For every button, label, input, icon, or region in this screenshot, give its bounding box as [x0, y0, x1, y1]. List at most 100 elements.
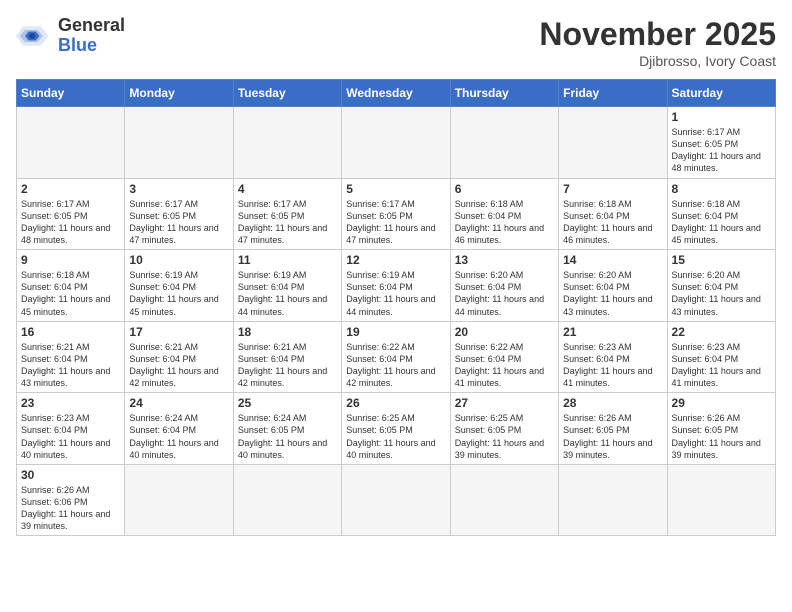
day-number: 13 — [455, 253, 554, 267]
calendar-cell: 6 Sunrise: 6:18 AMSunset: 6:04 PMDaylight… — [450, 178, 558, 250]
logo: General Blue — [16, 16, 125, 56]
day-number: 19 — [346, 325, 445, 339]
day-info: Sunrise: 6:19 AMSunset: 6:04 PMDaylight:… — [129, 269, 228, 318]
calendar-cell — [125, 464, 233, 536]
day-info: Sunrise: 6:19 AMSunset: 6:04 PMDaylight:… — [346, 269, 445, 318]
calendar-header-row: SundayMondayTuesdayWednesdayThursdayFrid… — [17, 80, 776, 107]
calendar-cell — [342, 107, 450, 179]
calendar-cell: 17 Sunrise: 6:21 AMSunset: 6:04 PMDayligh… — [125, 321, 233, 393]
calendar-cell — [233, 107, 341, 179]
calendar-cell: 30 Sunrise: 6:26 AMSunset: 6:06 PMDayligh… — [17, 464, 125, 536]
calendar-cell: 14 Sunrise: 6:20 AMSunset: 6:04 PMDayligh… — [559, 250, 667, 322]
calendar-cell — [559, 464, 667, 536]
day-number: 18 — [238, 325, 337, 339]
calendar-cell — [125, 107, 233, 179]
day-number: 17 — [129, 325, 228, 339]
weekday-header-monday: Monday — [125, 80, 233, 107]
day-number: 9 — [21, 253, 120, 267]
day-info: Sunrise: 6:26 AMSunset: 6:05 PMDaylight:… — [672, 412, 771, 461]
day-info: Sunrise: 6:19 AMSunset: 6:04 PMDaylight:… — [238, 269, 337, 318]
weekday-header-friday: Friday — [559, 80, 667, 107]
day-info: Sunrise: 6:20 AMSunset: 6:04 PMDaylight:… — [672, 269, 771, 318]
calendar-cell: 29 Sunrise: 6:26 AMSunset: 6:05 PMDayligh… — [667, 393, 775, 465]
calendar-cell: 20 Sunrise: 6:22 AMSunset: 6:04 PMDayligh… — [450, 321, 558, 393]
day-number: 11 — [238, 253, 337, 267]
day-info: Sunrise: 6:25 AMSunset: 6:05 PMDaylight:… — [455, 412, 554, 461]
day-number: 25 — [238, 396, 337, 410]
day-number: 2 — [21, 182, 120, 196]
day-info: Sunrise: 6:26 AMSunset: 6:05 PMDaylight:… — [563, 412, 662, 461]
calendar-week-6: 30 Sunrise: 6:26 AMSunset: 6:06 PMDayligh… — [17, 464, 776, 536]
page-header: General Blue November 2025 Djibrosso, Iv… — [16, 16, 776, 69]
calendar-cell: 24 Sunrise: 6:24 AMSunset: 6:04 PMDayligh… — [125, 393, 233, 465]
calendar-week-3: 9Sunrise: 6:18 AMSunset: 6:04 PMDaylight… — [17, 250, 776, 322]
calendar-cell: 12 Sunrise: 6:19 AMSunset: 6:04 PMDayligh… — [342, 250, 450, 322]
day-number: 14 — [563, 253, 662, 267]
day-info: Sunrise: 6:23 AMSunset: 6:04 PMDaylight:… — [21, 412, 120, 461]
day-info: Sunrise: 6:18 AMSunset: 6:04 PMDaylight:… — [563, 198, 662, 247]
calendar-cell: 11 Sunrise: 6:19 AMSunset: 6:04 PMDayligh… — [233, 250, 341, 322]
day-info: Sunrise: 6:17 AMSunset: 6:05 PMDaylight:… — [129, 198, 228, 247]
calendar-cell: 18 Sunrise: 6:21 AMSunset: 6:04 PMDayligh… — [233, 321, 341, 393]
day-info: Sunrise: 6:23 AMSunset: 6:04 PMDaylight:… — [672, 341, 771, 390]
weekday-header-thursday: Thursday — [450, 80, 558, 107]
day-number: 12 — [346, 253, 445, 267]
day-info: Sunrise: 6:20 AMSunset: 6:04 PMDaylight:… — [563, 269, 662, 318]
logo-text: General Blue — [58, 16, 125, 56]
day-number: 3 — [129, 182, 228, 196]
day-number: 28 — [563, 396, 662, 410]
day-number: 20 — [455, 325, 554, 339]
day-info: Sunrise: 6:22 AMSunset: 6:04 PMDaylight:… — [346, 341, 445, 390]
day-number: 6 — [455, 182, 554, 196]
day-info: Sunrise: 6:21 AMSunset: 6:04 PMDaylight:… — [129, 341, 228, 390]
calendar-cell: 26Sunrise: 6:25 AMSunset: 6:05 PMDayligh… — [342, 393, 450, 465]
day-info: Sunrise: 6:17 AMSunset: 6:05 PMDaylight:… — [346, 198, 445, 247]
day-info: Sunrise: 6:20 AMSunset: 6:04 PMDaylight:… — [455, 269, 554, 318]
calendar-cell — [17, 107, 125, 179]
day-info: Sunrise: 6:18 AMSunset: 6:04 PMDaylight:… — [455, 198, 554, 247]
day-number: 27 — [455, 396, 554, 410]
month-title: November 2025 — [539, 16, 776, 53]
day-number: 23 — [21, 396, 120, 410]
day-info: Sunrise: 6:17 AMSunset: 6:05 PMDaylight:… — [672, 126, 771, 175]
calendar-cell — [342, 464, 450, 536]
calendar-cell: 16Sunrise: 6:21 AMSunset: 6:04 PMDayligh… — [17, 321, 125, 393]
calendar-cell — [450, 107, 558, 179]
title-block: November 2025 Djibrosso, Ivory Coast — [539, 16, 776, 69]
day-info: Sunrise: 6:17 AMSunset: 6:05 PMDaylight:… — [21, 198, 120, 247]
day-number: 10 — [129, 253, 228, 267]
calendar-week-1: 1Sunrise: 6:17 AMSunset: 6:05 PMDaylight… — [17, 107, 776, 179]
day-number: 21 — [563, 325, 662, 339]
day-number: 29 — [672, 396, 771, 410]
day-info: Sunrise: 6:23 AMSunset: 6:04 PMDaylight:… — [563, 341, 662, 390]
day-info: Sunrise: 6:24 AMSunset: 6:04 PMDaylight:… — [129, 412, 228, 461]
weekday-header-saturday: Saturday — [667, 80, 775, 107]
day-info: Sunrise: 6:18 AMSunset: 6:04 PMDaylight:… — [672, 198, 771, 247]
day-number: 16 — [21, 325, 120, 339]
day-number: 7 — [563, 182, 662, 196]
calendar-cell: 5 Sunrise: 6:17 AMSunset: 6:05 PMDaylight… — [342, 178, 450, 250]
day-number: 4 — [238, 182, 337, 196]
calendar-cell: 27 Sunrise: 6:25 AMSunset: 6:05 PMDayligh… — [450, 393, 558, 465]
weekday-header-wednesday: Wednesday — [342, 80, 450, 107]
day-info: Sunrise: 6:17 AMSunset: 6:05 PMDaylight:… — [238, 198, 337, 247]
day-info: Sunrise: 6:22 AMSunset: 6:04 PMDaylight:… — [455, 341, 554, 390]
calendar-cell: 25Sunrise: 6:24 AMSunset: 6:05 PMDayligh… — [233, 393, 341, 465]
day-number: 24 — [129, 396, 228, 410]
day-info: Sunrise: 6:25 AMSunset: 6:05 PMDaylight:… — [346, 412, 445, 461]
calendar-cell: 8 Sunrise: 6:18 AMSunset: 6:04 PMDaylight… — [667, 178, 775, 250]
calendar-week-2: 2 Sunrise: 6:17 AMSunset: 6:05 PMDaylight… — [17, 178, 776, 250]
day-info: Sunrise: 6:21 AMSunset: 6:04 PMDaylight:… — [238, 341, 337, 390]
day-number: 30 — [21, 468, 120, 482]
logo-icon — [16, 22, 52, 50]
calendar-cell: 3 Sunrise: 6:17 AMSunset: 6:05 PMDaylight… — [125, 178, 233, 250]
day-number: 5 — [346, 182, 445, 196]
calendar-table: SundayMondayTuesdayWednesdayThursdayFrid… — [16, 79, 776, 536]
calendar-week-5: 23 Sunrise: 6:23 AMSunset: 6:04 PMDayligh… — [17, 393, 776, 465]
calendar-cell: 2 Sunrise: 6:17 AMSunset: 6:05 PMDaylight… — [17, 178, 125, 250]
day-number: 8 — [672, 182, 771, 196]
calendar-cell — [233, 464, 341, 536]
day-info: Sunrise: 6:26 AMSunset: 6:06 PMDaylight:… — [21, 484, 120, 533]
calendar-cell: 28 Sunrise: 6:26 AMSunset: 6:05 PMDayligh… — [559, 393, 667, 465]
calendar-cell: 21 Sunrise: 6:23 AMSunset: 6:04 PMDayligh… — [559, 321, 667, 393]
